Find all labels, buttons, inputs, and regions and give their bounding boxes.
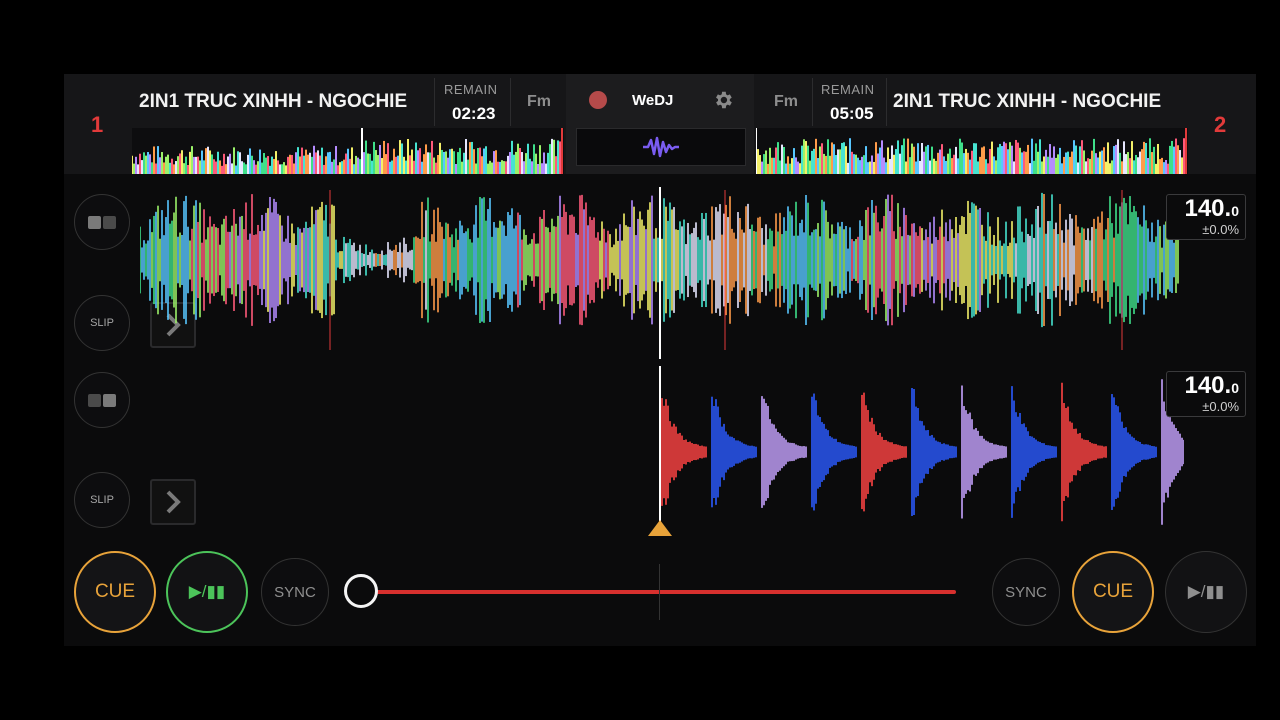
deck1-slip-label: SLIP <box>90 317 114 329</box>
deck1-track-title[interactable]: 2IN1 TRUC XINHH - NGOCHIE <box>139 91 429 113</box>
deck1-overview-waveform[interactable] <box>132 128 564 174</box>
deck1-remain-label: REMAIN <box>444 82 498 97</box>
deck2-number: 2 <box>1214 112 1227 137</box>
deck2-loop-button[interactable] <box>74 372 130 428</box>
waveform-icon <box>643 136 679 158</box>
record-icon[interactable] <box>589 91 607 109</box>
crossfader[interactable] <box>344 564 960 620</box>
loop-icon <box>88 393 116 407</box>
deck1-header: 1 2IN1 TRUC XINHH - NGOCHIE REMAIN 02:23… <box>64 74 566 174</box>
crossfader-center-line <box>659 564 660 620</box>
deck2-slip-button[interactable]: SLIP <box>74 472 130 528</box>
deck2-remain-label: REMAIN <box>821 82 875 97</box>
divider <box>886 78 887 126</box>
playhead-line-deck2 <box>659 366 661 532</box>
wedj-app: 1 2IN1 TRUC XINHH - NGOCHIE REMAIN 02:23… <box>64 74 1256 646</box>
divider <box>812 78 813 126</box>
deck2-bpm-dec: 0 <box>1231 380 1239 396</box>
deck2-cue-button[interactable]: CUE <box>1072 551 1154 633</box>
deck1-remain-time: 02:23 <box>452 104 496 123</box>
deck1-cue-button[interactable]: CUE <box>74 551 156 633</box>
deck1-bpm-display[interactable]: 140.0 ±0.0% <box>1166 194 1246 240</box>
deck2-bpm-int: 140. <box>1184 372 1232 399</box>
deck2-overview-waveform[interactable] <box>756 128 1188 174</box>
gear-icon[interactable] <box>712 89 734 116</box>
deck1-bpm-int: 140. <box>1184 195 1232 222</box>
fx-button[interactable] <box>576 128 746 166</box>
chevron-right-icon <box>166 490 181 514</box>
wedj-logo: WeDJ <box>632 92 674 109</box>
crossfader-handle[interactable] <box>344 574 378 608</box>
deck2-pitch: ±0.0% <box>1202 399 1239 414</box>
deck2-play-pause-button[interactable]: ▶/▮▮ <box>1165 551 1247 633</box>
deck2-sync-button[interactable]: SYNC <box>992 558 1060 626</box>
deck2-key: Fm <box>774 93 798 110</box>
deck2-remain-time: 05:05 <box>830 104 874 123</box>
deck1-key: Fm <box>527 93 551 110</box>
loop-icon <box>88 215 116 229</box>
deck2-slip-label: SLIP <box>90 494 114 506</box>
deck2-header: Fm REMAIN 05:05 2IN1 TRUC XINHH - NGOCHI… <box>754 74 1256 174</box>
deck1-bpm-dec: 0 <box>1231 203 1239 219</box>
divider <box>434 78 435 126</box>
deck2-waveform[interactable] <box>654 366 1207 538</box>
deck1-sync-button[interactable]: SYNC <box>261 558 329 626</box>
deck1-pitch: ±0.0% <box>1202 222 1239 237</box>
cue-marker <box>648 520 672 536</box>
deck2-track-title[interactable]: 2IN1 TRUC XINHH - NGOCHIE <box>893 91 1183 113</box>
deck1-play-pause-button[interactable]: ▶/▮▮ <box>166 551 248 633</box>
deck1-number: 1 <box>91 112 104 137</box>
crossfader-track <box>360 590 956 594</box>
deck1-loop-button[interactable] <box>74 194 130 250</box>
deck2-bpm-display[interactable]: 140.0 ±0.0% <box>1166 371 1246 417</box>
center-panel: WeDJ <box>566 74 754 174</box>
deck2-expand-button[interactable] <box>150 479 196 525</box>
deck1-slip-button[interactable]: SLIP <box>74 295 130 351</box>
playhead-line <box>659 187 661 359</box>
divider <box>510 78 511 126</box>
